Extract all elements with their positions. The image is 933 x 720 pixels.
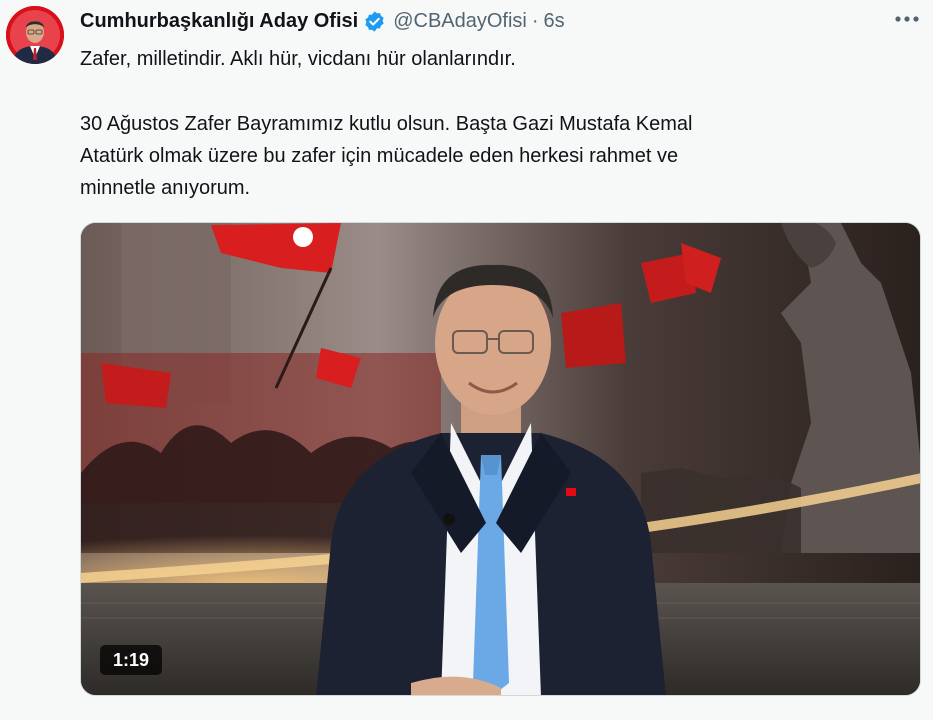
tweet-paragraph-line: Atatürk olmak üzere bu zafer için mücade… (80, 145, 679, 167)
avatar-photo (6, 6, 64, 64)
more-dots-icon (895, 16, 919, 22)
tweet-card[interactable]: Cumhurbaşkanlığı Aday Ofisi @CBAdayOfisi… (0, 0, 933, 720)
verified-badge-icon[interactable] (363, 10, 386, 33)
tweet-timestamp[interactable]: 6s (544, 8, 565, 34)
video-player[interactable]: 1:19 (80, 222, 921, 696)
tweet-paragraph: Zafer, milletindir. Aklı hür, vicdanı hü… (80, 48, 516, 70)
author-avatar[interactable] (6, 6, 64, 64)
separator-dot: · (531, 10, 539, 32)
tweet-paragraph-line: 30 Ağustos Zafer Bayramımız kutlu olsun.… (80, 113, 693, 135)
author-display-name[interactable]: Cumhurbaşkanlığı Aday Ofisi (80, 8, 358, 34)
more-options-button[interactable] (891, 5, 923, 33)
video-duration-badge: 1:19 (100, 645, 163, 675)
tweet-header: Cumhurbaşkanlığı Aday Ofisi @CBAdayOfisi… (80, 8, 565, 34)
tweet-paragraph-line: minnetle anıyorum. (80, 177, 251, 199)
video-thumbnail (81, 223, 920, 695)
author-handle[interactable]: @CBAdayOfisi (393, 8, 527, 34)
tweet-text: Zafer, milletindir. Aklı hür, vicdanı hü… (80, 43, 880, 204)
